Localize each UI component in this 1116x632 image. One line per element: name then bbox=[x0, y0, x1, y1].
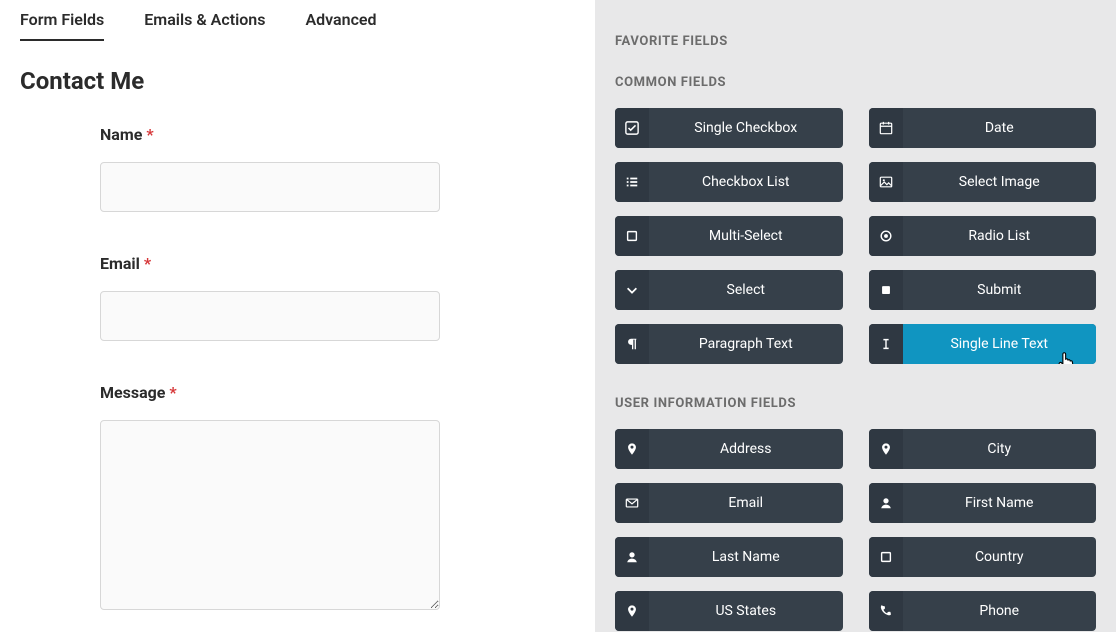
square-outline-icon bbox=[615, 216, 649, 256]
common-fields-grid: Single Checkbox Date Checkbox List Selec… bbox=[615, 108, 1096, 364]
field-btn-last-name[interactable]: Last Name bbox=[615, 537, 843, 577]
field-btn-paragraph-text[interactable]: Paragraph Text bbox=[615, 324, 843, 364]
envelope-icon bbox=[615, 483, 649, 523]
required-mark: * bbox=[169, 383, 176, 402]
required-mark: * bbox=[144, 254, 151, 273]
field-btn-select[interactable]: Select bbox=[615, 270, 843, 310]
builder-tabs: Form Fields Emails & Actions Advanced bbox=[20, 0, 575, 41]
field-btn-submit[interactable]: Submit bbox=[869, 270, 1097, 310]
field-email[interactable]: Email * bbox=[20, 254, 575, 341]
text-cursor-icon bbox=[869, 324, 903, 364]
checkbox-checked-icon bbox=[615, 108, 649, 148]
section-favorite: FAVORITE FIELDS bbox=[615, 34, 1096, 49]
field-btn-single-checkbox[interactable]: Single Checkbox bbox=[615, 108, 843, 148]
section-user: USER INFORMATION FIELDS bbox=[615, 396, 1096, 411]
user-icon bbox=[615, 537, 649, 577]
phone-icon bbox=[869, 591, 903, 631]
map-marker-icon bbox=[615, 591, 649, 631]
email-input[interactable] bbox=[100, 291, 440, 341]
user-icon bbox=[869, 483, 903, 523]
field-btn-email[interactable]: Email bbox=[615, 483, 843, 523]
required-mark: * bbox=[146, 125, 153, 144]
map-marker-icon bbox=[615, 429, 649, 469]
tab-emails-actions[interactable]: Emails & Actions bbox=[144, 6, 265, 41]
field-name-label: Name * bbox=[100, 125, 445, 144]
radio-icon bbox=[869, 216, 903, 256]
square-outline-icon bbox=[869, 537, 903, 577]
list-icon bbox=[615, 162, 649, 202]
section-common: COMMON FIELDS bbox=[615, 75, 1096, 90]
field-btn-date[interactable]: Date bbox=[869, 108, 1097, 148]
field-btn-single-line-text[interactable]: Single Line Text bbox=[869, 324, 1097, 364]
pointer-cursor-icon bbox=[1056, 350, 1078, 364]
tab-form-fields[interactable]: Form Fields bbox=[20, 6, 104, 41]
field-btn-radio-list[interactable]: Radio List bbox=[869, 216, 1097, 256]
calendar-icon bbox=[869, 108, 903, 148]
field-btn-phone[interactable]: Phone bbox=[869, 591, 1097, 631]
field-btn-city[interactable]: City bbox=[869, 429, 1097, 469]
field-message[interactable]: Message * bbox=[20, 383, 575, 614]
field-btn-address[interactable]: Address bbox=[615, 429, 843, 469]
message-input[interactable] bbox=[100, 420, 440, 610]
map-marker-icon bbox=[869, 429, 903, 469]
form-title[interactable]: Contact Me bbox=[20, 67, 575, 95]
tab-advanced[interactable]: Advanced bbox=[305, 6, 376, 41]
user-fields-grid: Address City Email First Name Last Name bbox=[615, 429, 1096, 631]
image-icon bbox=[869, 162, 903, 202]
paragraph-icon bbox=[615, 324, 649, 364]
field-name[interactable]: Name * bbox=[20, 125, 575, 212]
field-message-label: Message * bbox=[100, 383, 445, 402]
field-btn-checkbox-list[interactable]: Checkbox List bbox=[615, 162, 843, 202]
field-btn-country[interactable]: Country bbox=[869, 537, 1097, 577]
field-btn-select-image[interactable]: Select Image bbox=[869, 162, 1097, 202]
square-solid-icon bbox=[869, 270, 903, 310]
form-preview-pane: Form Fields Emails & Actions Advanced Co… bbox=[0, 0, 595, 632]
name-input[interactable] bbox=[100, 162, 440, 212]
field-btn-us-states[interactable]: US States bbox=[615, 591, 843, 631]
field-btn-multi-select[interactable]: Multi-Select bbox=[615, 216, 843, 256]
chevron-down-icon bbox=[615, 270, 649, 310]
field-email-label: Email * bbox=[100, 254, 445, 273]
field-btn-first-name[interactable]: First Name bbox=[869, 483, 1097, 523]
field-palette-pane: FAVORITE FIELDS COMMON FIELDS Single Che… bbox=[595, 0, 1116, 632]
